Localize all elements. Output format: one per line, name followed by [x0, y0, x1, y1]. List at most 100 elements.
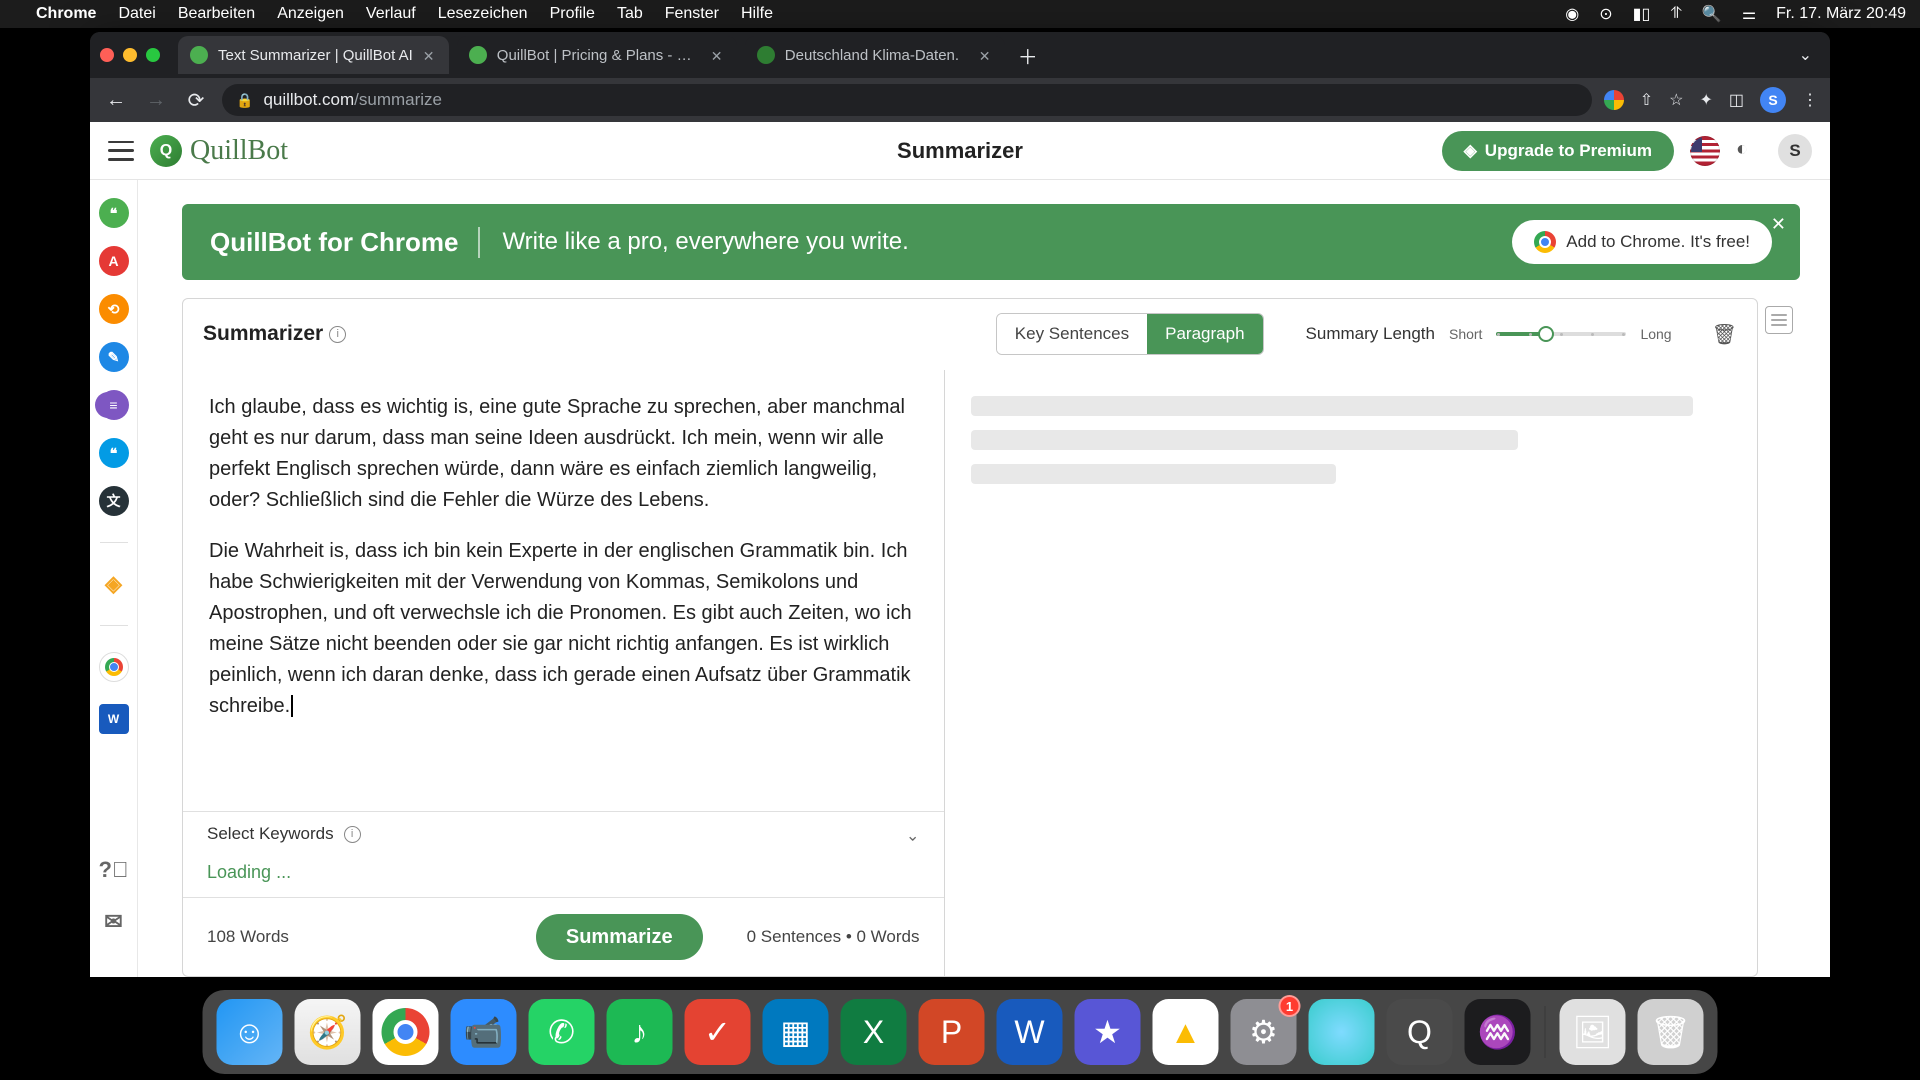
chrome-extension-banner: QuillBot for Chrome Write like a pro, ev… — [182, 204, 1800, 280]
close-window-button[interactable] — [100, 48, 114, 62]
dock-app1[interactable] — [1309, 999, 1375, 1065]
grammar-icon[interactable]: A — [99, 246, 129, 276]
chrome-profile-button[interactable]: S — [1760, 87, 1786, 113]
mode-paragraph-button[interactable]: Paragraph — [1147, 314, 1262, 354]
length-label: Summary Length — [1306, 324, 1435, 344]
clock[interactable]: Fr. 17. März 20:49 — [1776, 5, 1906, 23]
banner-subtitle: Write like a pro, everywhere you write. — [480, 228, 908, 256]
control-center-icon[interactable]: ⚌ — [1742, 4, 1756, 24]
chrome-extension-icon[interactable] — [99, 652, 129, 682]
tab-overflow-icon[interactable]: ⌄ — [1799, 45, 1812, 65]
add-to-chrome-button[interactable]: Add to Chrome. It's free! — [1512, 220, 1772, 264]
extensions-icon[interactable]: ✦ — [1699, 90, 1712, 110]
input-paragraph: Die Wahrheit is, dass ich bin kein Exper… — [209, 536, 918, 722]
tab-title: Deutschland Klima-Daten. — [785, 47, 969, 64]
upgrade-premium-button[interactable]: ◈ Upgrade to Premium — [1442, 131, 1674, 171]
menubar-app-name[interactable]: Chrome — [36, 5, 96, 23]
tab-klima[interactable]: Deutschland Klima-Daten. ✕ — [745, 36, 1005, 74]
tab-close-icon[interactable]: ✕ — [979, 48, 993, 62]
dock-powerpoint[interactable]: P — [919, 999, 985, 1065]
menu-profile[interactable]: Profile — [550, 5, 595, 23]
battery-icon[interactable]: ▮▯ — [1633, 4, 1651, 24]
back-button[interactable]: ← — [102, 86, 130, 114]
quillbot-logo-icon: Q — [150, 135, 182, 167]
dock-preview[interactable]: 🖼 — [1560, 999, 1626, 1065]
dock-whatsapp[interactable]: ✆ — [529, 999, 595, 1065]
tab-close-icon[interactable]: ✕ — [711, 48, 725, 62]
summarizer-icon[interactable]: ≡ — [99, 390, 129, 420]
chrome-menu-icon[interactable]: ⋮ — [1802, 90, 1818, 110]
macos-dock: ☺🧭 📹✆♪✓▦XPW★▲⚙1 Q♒ 🖼🗑 — [203, 990, 1718, 1074]
menu-tab[interactable]: Tab — [617, 5, 643, 23]
output-pane — [945, 370, 1758, 976]
dock-zoom[interactable]: 📹 — [451, 999, 517, 1065]
reload-button[interactable]: ⟳ — [182, 86, 210, 114]
info-icon[interactable]: i — [329, 326, 346, 343]
summarize-button[interactable]: Summarize — [536, 914, 703, 960]
info-icon[interactable]: i — [344, 826, 361, 843]
dock-trello[interactable]: ▦ — [763, 999, 829, 1065]
mode-key-sentences-button[interactable]: Key Sentences — [997, 314, 1147, 354]
translator-icon[interactable]: 文 — [99, 486, 129, 516]
user-avatar-button[interactable]: S — [1778, 134, 1812, 168]
status-play-icon[interactable]: ⊙ — [1599, 4, 1612, 24]
sidepanel-icon[interactable]: ◫ — [1729, 90, 1744, 110]
dock-chrome[interactable] — [373, 999, 439, 1065]
google-icon[interactable] — [1604, 90, 1624, 110]
menu-lesezeichen[interactable]: Lesezeichen — [438, 5, 528, 23]
menu-verlauf[interactable]: Verlauf — [366, 5, 416, 23]
menu-datei[interactable]: Datei — [118, 5, 155, 23]
menu-fenster[interactable]: Fenster — [665, 5, 719, 23]
slider-thumb[interactable] — [1538, 326, 1554, 342]
tab-active[interactable]: Text Summarizer | QuillBot AI ✕ — [178, 36, 449, 74]
bookmark-icon[interactable]: ☆ — [1669, 90, 1683, 110]
dock-finder[interactable]: ☺ — [217, 999, 283, 1065]
forward-button[interactable]: → — [142, 86, 170, 114]
install-icon[interactable]: ⇧ — [1640, 90, 1653, 110]
banner-title: QuillBot for Chrome — [210, 227, 480, 258]
wifi-icon[interactable]: ⥣ — [1670, 5, 1682, 23]
brand-logo[interactable]: Q QuillBot — [150, 135, 288, 167]
dock-word[interactable]: W — [997, 999, 1063, 1065]
menu-hilfe[interactable]: Hilfe — [741, 5, 773, 23]
url-domain: quillbot.com — [263, 90, 354, 109]
dock-settings[interactable]: ⚙1 — [1231, 999, 1297, 1065]
dock-excel[interactable]: X — [841, 999, 907, 1065]
theme-toggle-icon[interactable]: ◐ — [1736, 138, 1762, 164]
paraphraser-icon[interactable]: ❝ — [99, 198, 129, 228]
input-textarea[interactable]: Ich glaube, dass es wichtig is, eine gut… — [183, 370, 944, 811]
minimize-window-button[interactable] — [123, 48, 137, 62]
plagiarism-icon[interactable]: ⟲ — [99, 294, 129, 324]
feedback-mail-icon[interactable]: ✉ — [99, 907, 129, 937]
premium-diamond-icon[interactable]: ◈ — [99, 569, 129, 599]
banner-close-icon[interactable]: ✕ — [1771, 214, 1786, 235]
length-slider[interactable] — [1496, 332, 1626, 336]
tab-pricing[interactable]: QuillBot | Pricing & Plans - Up… ✕ — [457, 36, 737, 74]
address-bar[interactable]: 🔒 quillbot.com/summarize — [222, 84, 1592, 116]
dock-todoist[interactable]: ✓ — [685, 999, 751, 1065]
new-tab-button[interactable]: ＋ — [1013, 40, 1043, 70]
menu-anzeigen[interactable]: Anzeigen — [277, 5, 344, 23]
dock-imovie[interactable]: ★ — [1075, 999, 1141, 1065]
word-extension-icon[interactable]: W — [99, 704, 129, 734]
maximize-window-button[interactable] — [146, 48, 160, 62]
citation-icon[interactable]: ❝ — [99, 438, 129, 468]
menu-bearbeiten[interactable]: Bearbeiten — [178, 5, 255, 23]
history-icon[interactable] — [1765, 306, 1793, 334]
spotlight-icon[interactable]: 🔍 — [1702, 4, 1722, 24]
clear-input-icon[interactable]: 🗑 — [1712, 322, 1737, 347]
summarizer-card: Summarizer i Key Sentences Paragraph Sum… — [182, 298, 1758, 977]
dock-quicktime[interactable]: Q — [1387, 999, 1453, 1065]
tab-close-icon[interactable]: ✕ — [423, 48, 437, 62]
help-icon[interactable]: ?⃝ — [99, 855, 129, 885]
dock-drive[interactable]: ▲ — [1153, 999, 1219, 1065]
language-flag-button[interactable] — [1690, 136, 1720, 166]
status-record-icon[interactable]: ◉ — [1565, 4, 1579, 24]
dock-trash[interactable]: 🗑 — [1638, 999, 1704, 1065]
hamburger-menu-icon[interactable] — [108, 141, 134, 161]
dock-audio[interactable]: ♒ — [1465, 999, 1531, 1065]
cowriter-icon[interactable]: ✎ — [99, 342, 129, 372]
select-keywords-toggle[interactable]: Select Keywords i ⌃ — [183, 811, 944, 856]
dock-safari[interactable]: 🧭 — [295, 999, 361, 1065]
dock-spotify[interactable]: ♪ — [607, 999, 673, 1065]
